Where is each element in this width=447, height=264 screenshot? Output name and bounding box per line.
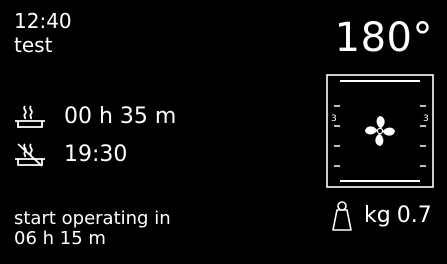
shelf-level-left: 3 [331,114,337,124]
end-time-value: 19:30 [64,142,128,167]
oven-cavity-diagram[interactable]: 3 3 [326,74,434,188]
temperature-display[interactable]: 180° [335,16,433,60]
clock: 12:40 [14,9,72,33]
weight-unit: kg [364,203,391,228]
start-countdown[interactable]: 06 h 15 m [14,229,106,249]
start-label: start operating in [14,208,171,229]
program-name: test [14,33,53,57]
end-time-icon [15,143,45,167]
cooking-duration-icon [15,105,45,128]
weight-row[interactable]: kg 0.7 [330,200,432,232]
weight-value: 0.7 [396,203,432,228]
fan-icon [365,116,395,146]
weight-icon [332,201,352,231]
duration-row[interactable]: 00 h 35 m [14,104,176,130]
shelf-level-right: 3 [423,114,429,124]
duration-value: 00 h 35 m [64,104,177,129]
end-time-row[interactable]: 19:30 [14,142,127,168]
